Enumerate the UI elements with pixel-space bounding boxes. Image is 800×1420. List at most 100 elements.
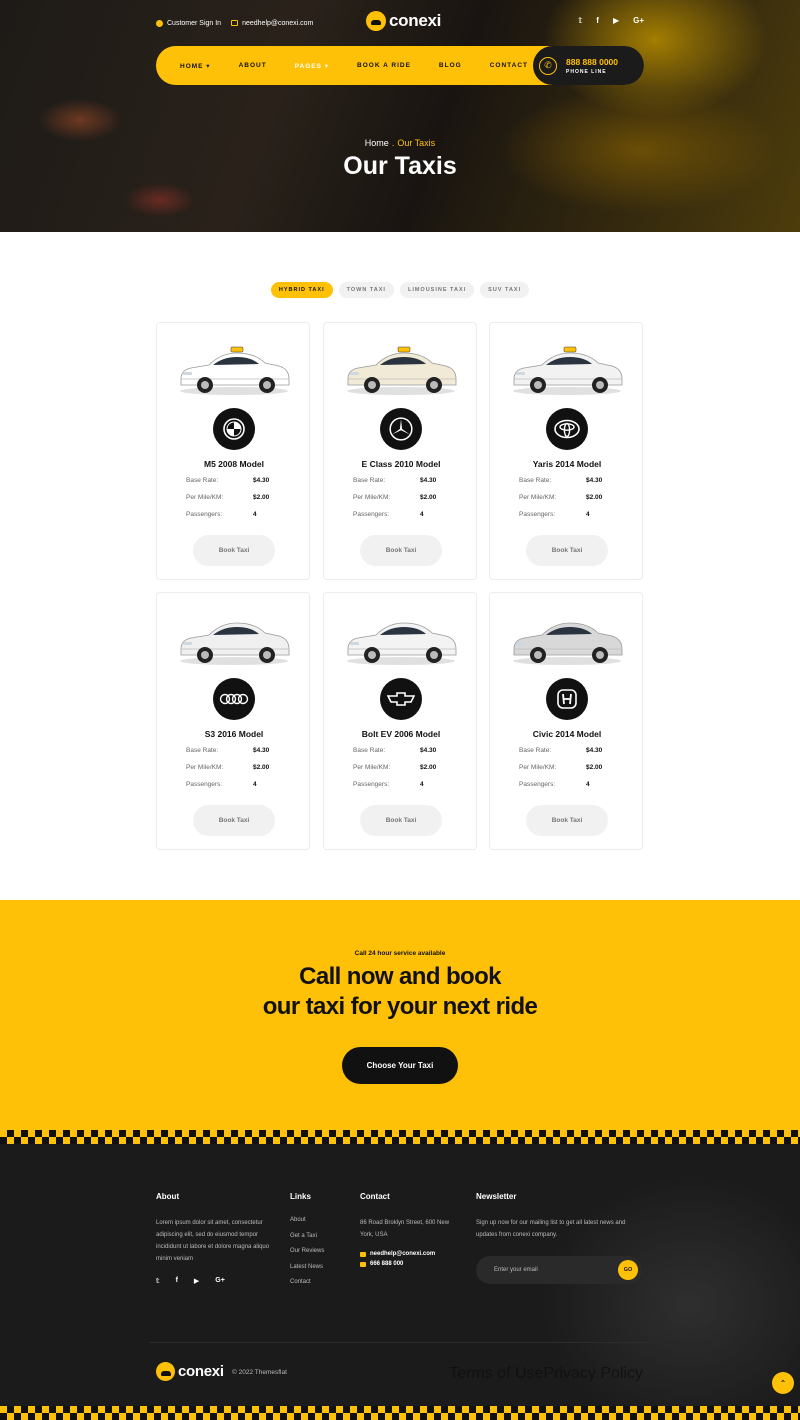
- facebook-icon[interactable]: f: [176, 1277, 178, 1285]
- book-taxi-button[interactable]: Book Taxi: [526, 805, 608, 836]
- footer-copyright: © 2022 Themesflat: [232, 1369, 287, 1376]
- newsletter-email-input[interactable]: Enter your email GO: [476, 1256, 642, 1284]
- taxi-logo-icon: [156, 1362, 175, 1381]
- phone-icon: ✆: [539, 56, 557, 75]
- footer-link-contact[interactable]: Contact: [290, 1279, 350, 1285]
- book-taxi-button[interactable]: Book Taxi: [193, 535, 275, 566]
- mercedes-logo-icon: [380, 408, 422, 450]
- header-email-link[interactable]: needhelp@conexi.com: [231, 20, 313, 27]
- base-rate-row: Base Rate: $4.30: [186, 747, 270, 754]
- per-mile-row: Per Mile/KM: $2.00: [353, 494, 437, 501]
- base-rate-row: Base Rate: $4.30: [353, 747, 437, 754]
- footer-logo[interactable]: conexi: [156, 1362, 224, 1381]
- car-model-title: S3 2016 Model: [204, 729, 264, 739]
- footer-phone[interactable]: 666 888 000: [360, 1261, 450, 1267]
- book-taxi-button[interactable]: Book Taxi: [360, 805, 442, 836]
- twitter-icon[interactable]: 𝕥: [156, 1277, 160, 1285]
- checker-stripe-bottom: [0, 1406, 800, 1420]
- footer-about: About Lorem ipsum dolor sit amet, consec…: [156, 1192, 278, 1285]
- youtube-icon[interactable]: ▶: [613, 16, 619, 25]
- book-taxi-button[interactable]: Book Taxi: [360, 535, 442, 566]
- footer-about-heading: About: [156, 1192, 180, 1201]
- bmw-logo-icon: [213, 408, 255, 450]
- footer-link-latest-news[interactable]: Latest News: [290, 1264, 350, 1270]
- hero-overlay: [0, 0, 800, 232]
- checker-stripe-top: [0, 1130, 800, 1144]
- book-taxi-button[interactable]: Book Taxi: [526, 535, 608, 566]
- nav-item-contact[interactable]: CONTACT: [490, 62, 528, 70]
- taxi-card: Civic 2014 Model Base Rate: $4.30 Per Mile/…: [489, 592, 643, 850]
- breadcrumb-home[interactable]: Home: [365, 138, 389, 148]
- customer-sign-in-link[interactable]: Customer Sign In: [156, 19, 221, 27]
- passengers-row: Passengers: 4: [353, 511, 424, 518]
- breadcrumb: Home. Our Taxis: [364, 138, 436, 148]
- taxi-card: M5 2008 Model Base Rate: $4.30 Per Mile/KM:…: [156, 322, 310, 580]
- footer-links: Links About Get a Taxi Our Reviews Lates…: [290, 1192, 350, 1295]
- passengers-row: Passengers: 4: [186, 781, 257, 788]
- base-rate-row: Base Rate: $4.30: [186, 477, 270, 484]
- cta-title: Call now and book our taxi for your next…: [262, 963, 538, 1020]
- base-rate-row: Base Rate: $4.30: [353, 477, 437, 484]
- site-logo[interactable]: conexi: [366, 11, 441, 31]
- scroll-to-top-button[interactable]: ⌃: [772, 1372, 794, 1394]
- nav-item-home[interactable]: HOME ▾: [180, 62, 211, 70]
- tab-town-taxi[interactable]: TOWN TAXI: [338, 282, 394, 298]
- tab-suv-taxi[interactable]: SUV TAXI: [480, 282, 530, 298]
- phone-number: 888 888 0000: [566, 56, 618, 67]
- per-mile-row: Per Mile/KM: $2.00: [519, 764, 603, 771]
- footer-link-about[interactable]: About: [290, 1217, 350, 1223]
- car-model-title: Civic 2014 Model: [532, 729, 602, 739]
- per-mile-row: Per Mile/KM: $2.00: [519, 494, 603, 501]
- choose-your-taxi-button[interactable]: Choose Your Taxi: [342, 1047, 458, 1084]
- base-rate-row: Base Rate: $4.30: [519, 747, 603, 754]
- car-model-title: Yaris 2014 Model: [532, 459, 602, 469]
- car-model-title: E Class 2010 Model: [361, 459, 441, 469]
- car-image: [175, 339, 293, 399]
- per-mile-row: Per Mile/KM: $2.00: [353, 764, 437, 771]
- per-mile-row: Per Mile/KM: $2.00: [186, 494, 270, 501]
- car-model-title: Bolt EV 2006 Model: [361, 729, 441, 739]
- taxi-card: Yaris 2014 Model Base Rate: $4.30 Per Mile/…: [489, 322, 643, 580]
- footer-newsletter-heading: Newsletter: [476, 1192, 517, 1201]
- phone-line-box[interactable]: ✆ 888 888 0000 PHONE LINE: [533, 46, 644, 85]
- nav-item-book-a-ride[interactable]: BOOK A RIDE: [357, 62, 411, 70]
- passengers-row: Passengers: 4: [519, 511, 590, 518]
- privacy-policy-link[interactable]: Privacy Policy: [543, 1365, 643, 1383]
- footer: About Lorem ipsum dolor sit amet, consec…: [0, 1144, 800, 1406]
- chevrolet-logo-icon: [380, 678, 422, 720]
- envelope-icon: [360, 1251, 366, 1257]
- footer-social-links: 𝕥 f ▶ G+: [156, 1277, 278, 1285]
- footer-link-our-reviews[interactable]: Our Reviews: [290, 1248, 350, 1254]
- user-icon: [156, 19, 163, 27]
- car-image: [342, 339, 460, 399]
- passengers-row: Passengers: 4: [353, 781, 424, 788]
- tab-limousine-taxi[interactable]: LIMOUSINE TAXI: [399, 282, 475, 298]
- footer-link-get-a-taxi[interactable]: Get a Taxi: [290, 1233, 350, 1239]
- nav-item-pages[interactable]: PAGES ▾: [295, 62, 329, 70]
- footer-newsletter-text: Sign up now for our mailing list to get …: [476, 1220, 626, 1238]
- nav-item-blog[interactable]: BLOG: [439, 62, 462, 70]
- taxi-filter-tabs: HYBRID TAXI TOWN TAXI LIMOUSINE TAXI SUV…: [0, 282, 800, 298]
- youtube-icon[interactable]: ▶: [194, 1277, 199, 1285]
- terms-of-use-link[interactable]: Terms of Use: [449, 1365, 543, 1383]
- newsletter-go-button[interactable]: GO: [618, 1260, 638, 1280]
- chevron-up-icon: ⌃: [779, 1378, 787, 1388]
- nav-item-about[interactable]: ABOUT: [239, 62, 267, 70]
- footer-newsletter: Newsletter Sign up now for our mailing l…: [476, 1192, 644, 1241]
- twitter-icon[interactable]: 𝕥: [578, 16, 582, 25]
- footer-legal-links: Terms of Use Privacy Policy: [449, 1365, 643, 1383]
- google-plus-icon[interactable]: G+: [633, 16, 644, 25]
- footer-contact: Contact 86 Road Broklyn Street, 600 New …: [360, 1192, 450, 1267]
- footer-email[interactable]: needhelp@conexi.com: [360, 1251, 450, 1257]
- cta-subtitle: Call 24 hour service available: [354, 950, 446, 957]
- book-taxi-button[interactable]: Book Taxi: [193, 805, 275, 836]
- honda-logo-icon: [546, 678, 588, 720]
- car-image: [508, 609, 626, 669]
- phone-icon: [360, 1261, 366, 1267]
- cta-section: Call 24 hour service available Call now …: [0, 900, 800, 1130]
- tab-hybrid-taxi[interactable]: HYBRID TAXI: [270, 282, 333, 298]
- taxi-card: E Class 2010 Model Base Rate: $4.30 Per Mil…: [323, 322, 477, 580]
- facebook-icon[interactable]: f: [596, 16, 599, 25]
- car-image: [175, 609, 293, 669]
- google-plus-icon[interactable]: G+: [215, 1277, 225, 1285]
